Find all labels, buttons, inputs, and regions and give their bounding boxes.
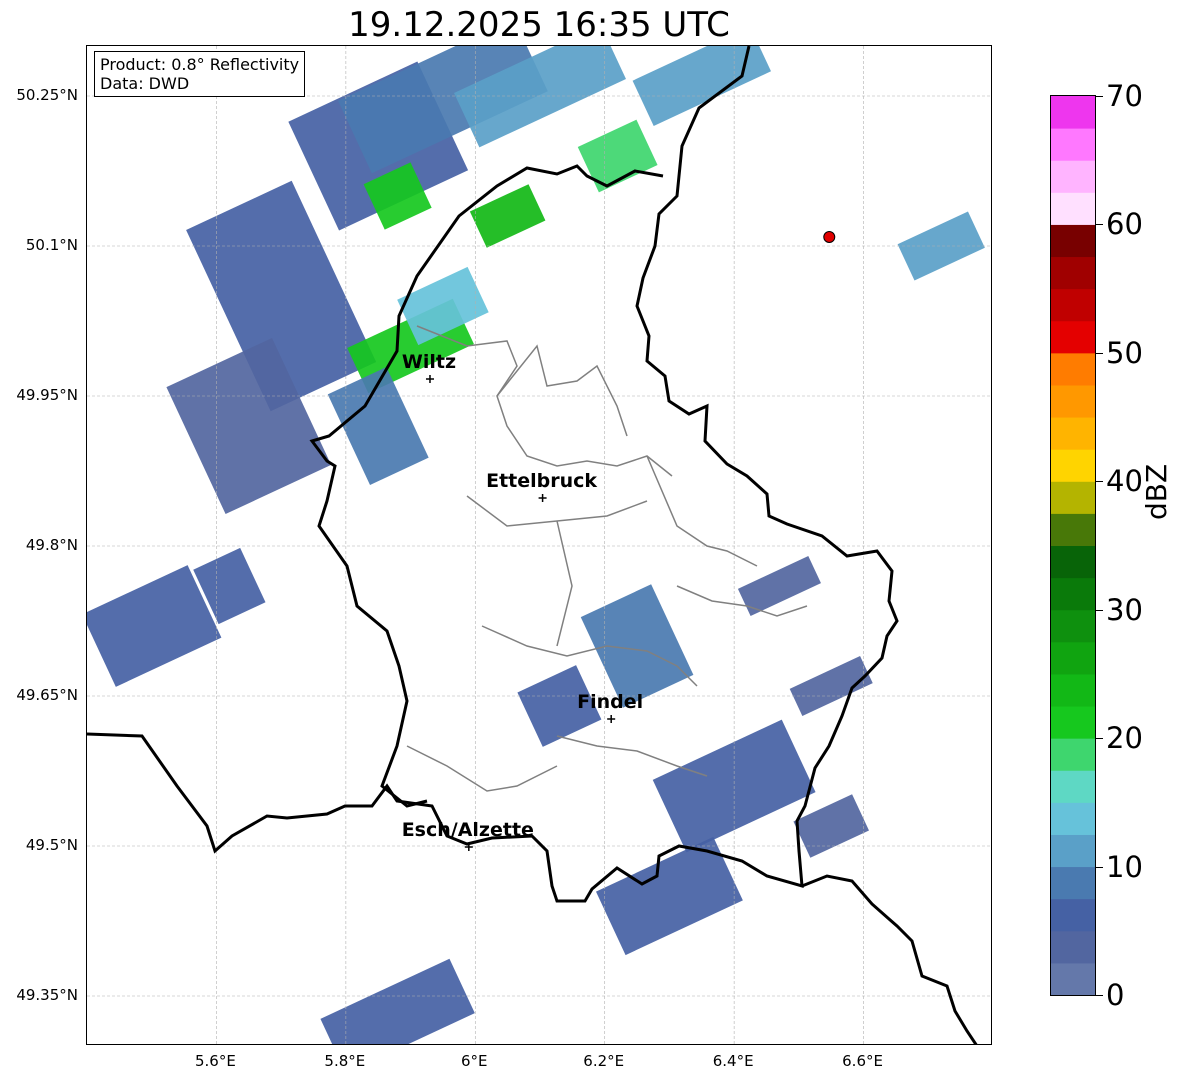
colorbar-swatch xyxy=(1051,481,1095,514)
colorbar-swatch xyxy=(1051,962,1095,996)
radar-echo xyxy=(632,46,772,127)
latitude-tick-label: 49.65°N xyxy=(16,686,78,704)
longitude-tick-label: 6.4°E xyxy=(712,1052,754,1070)
latitude-tick-label: 49.35°N xyxy=(16,986,78,1004)
colorbar-tick-mark xyxy=(1096,224,1103,226)
data-source-label: Data: DWD xyxy=(100,74,190,93)
colorbar-tick-mark xyxy=(1096,866,1103,868)
colorbar-tick-label: 0 xyxy=(1106,978,1125,1012)
colorbar-swatch xyxy=(1051,513,1095,546)
colorbar-swatch xyxy=(1051,930,1095,964)
city-label: Findel xyxy=(577,691,644,713)
colorbar-swatch xyxy=(1051,802,1095,835)
colorbar-swatch xyxy=(1051,320,1095,354)
colorbar-tick-label: 40 xyxy=(1106,464,1143,499)
radar-site-marker xyxy=(823,231,836,243)
colorbar-swatch xyxy=(1051,834,1095,868)
radar-map-canvas xyxy=(87,46,991,1044)
colorbar-tick-mark xyxy=(1096,352,1103,354)
radar-echo-layer xyxy=(87,46,985,1044)
colorbar-swatch xyxy=(1051,706,1095,739)
colorbar-tick-label: 10 xyxy=(1106,849,1143,884)
product-label: Product: 0.8° Reflectivity xyxy=(100,55,300,74)
latitude-tick-label: 49.5°N xyxy=(25,836,78,854)
colorbar-swatch xyxy=(1051,609,1095,643)
colorbar-tick-label: 30 xyxy=(1106,592,1143,627)
radar-echo xyxy=(580,584,694,708)
city-marker xyxy=(607,715,616,723)
colorbar-tick-label: 20 xyxy=(1106,721,1143,756)
colorbar-swatch xyxy=(1051,352,1095,386)
colorbar-swatch xyxy=(1051,96,1095,129)
colorbar-swatch xyxy=(1051,738,1095,771)
colorbar-swatch xyxy=(1051,545,1095,579)
city-label: Esch/Alzette xyxy=(401,819,534,841)
colorbar-tick-label: 70 xyxy=(1106,79,1143,113)
colorbar-swatch xyxy=(1051,866,1095,900)
longitude-tick-label: 6.2°E xyxy=(583,1052,625,1070)
colorbar-swatch xyxy=(1051,256,1095,290)
colorbar-swatch xyxy=(1051,641,1095,675)
city-marker xyxy=(538,494,547,502)
colorbar-swatch xyxy=(1051,770,1095,803)
colorbar-tick-mark xyxy=(1096,481,1103,483)
city-marker xyxy=(425,375,434,383)
colorbar-swatch xyxy=(1051,449,1095,482)
canton-boundary xyxy=(556,520,573,647)
longitude-tick-label: 6°E xyxy=(461,1052,488,1070)
colorbar-swatch xyxy=(1051,224,1095,258)
colorbar-tick-mark xyxy=(1096,995,1103,996)
latitude-tick-label: 50.1°N xyxy=(25,236,78,254)
colorbar-swatch xyxy=(1051,384,1095,418)
longitude-tick-label: 6.6°E xyxy=(842,1052,883,1070)
colorbar-swatches xyxy=(1051,96,1095,996)
longitude-tick-label: 5.6°E xyxy=(195,1052,236,1070)
graticule xyxy=(87,46,991,1044)
colorbar-tick-label: 50 xyxy=(1106,335,1143,370)
radar-echo xyxy=(320,958,475,1044)
colorbar-swatch xyxy=(1051,128,1095,161)
longitude-tick-label: 5.8°E xyxy=(324,1052,366,1070)
colorbar-swatch xyxy=(1051,417,1095,450)
latitude-tick-label: 49.8°N xyxy=(25,536,78,554)
radar-site-dot xyxy=(823,231,836,243)
canton-boundary xyxy=(406,745,558,792)
radar-echo xyxy=(469,184,546,248)
canton-boundary xyxy=(496,344,628,437)
colorbar-tick-mark xyxy=(1096,738,1103,740)
colorbar-swatch xyxy=(1051,898,1095,932)
radar-map[interactable] xyxy=(86,45,992,1045)
colorbar-swatch xyxy=(1051,673,1095,707)
city-label: Wiltz xyxy=(401,351,457,373)
city-label: Ettelbruck xyxy=(486,470,598,492)
product-info-box: Product: 0.8° Reflectivity Data: DWD xyxy=(94,51,306,97)
latitude-tick-label: 50.25°N xyxy=(16,86,78,104)
colorbar xyxy=(1050,95,1096,996)
border-germany-france xyxy=(801,874,978,1044)
colorbar-swatch xyxy=(1051,160,1095,193)
radar-echo xyxy=(789,655,873,717)
colorbar-tick-label: 60 xyxy=(1106,207,1143,242)
colorbar-tick-mark xyxy=(1096,96,1103,97)
radar-echo xyxy=(897,211,985,281)
colorbar-swatch xyxy=(1051,577,1095,611)
map-title: 19.12.2025 16:35 UTC xyxy=(348,5,730,45)
colorbar-swatch xyxy=(1051,192,1095,225)
colorbar-swatch xyxy=(1051,288,1095,322)
latitude-tick-label: 49.95°N xyxy=(16,386,78,404)
colorbar-tick-mark xyxy=(1096,609,1103,611)
colorbar-title: dBZ xyxy=(1140,463,1173,520)
